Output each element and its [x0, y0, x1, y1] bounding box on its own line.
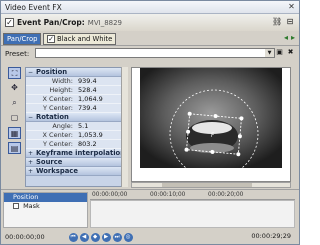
collapse-icon[interactable]: − — [28, 69, 34, 76]
snap-grid-icon[interactable]: ▦ — [8, 127, 21, 139]
property-value[interactable]: 803.2 — [78, 140, 97, 148]
current-timecode[interactable]: 00:00:00;00 — [5, 233, 45, 241]
properties-scrollbar[interactable] — [121, 67, 128, 187]
prev-keyframe-icon[interactable]: ◀ — [79, 232, 89, 242]
clip-name: MVI_8829 — [87, 18, 123, 27]
normal-edit-tool-icon[interactable]: ⛶ — [8, 67, 21, 79]
save-preset-icon[interactable]: ▣ — [275, 48, 284, 57]
move-left-icon[interactable]: ◂ — [284, 33, 288, 42]
add-keyframe-icon[interactable]: ◆ — [90, 232, 100, 242]
collapse-icon[interactable]: − — [28, 114, 34, 121]
lock-aspect-icon[interactable]: ▢ — [8, 112, 21, 124]
first-keyframe-icon[interactable]: ⏮ — [68, 232, 78, 242]
sync-cursor-icon[interactable]: ◎ — [123, 232, 133, 242]
section-title: Rotation — [36, 113, 69, 121]
expand-icon[interactable]: + — [28, 150, 34, 157]
delete-preset-icon[interactable]: ✖ — [286, 48, 295, 57]
property-name: Width: — [51, 77, 73, 85]
property-row[interactable]: Height: 528.4 — [26, 86, 127, 95]
end-timecode[interactable]: 00:00:29;29 — [251, 232, 291, 240]
property-name: X Center: — [42, 131, 73, 139]
track-mask[interactable]: Mask — [4, 202, 87, 211]
expand-icon[interactable]: + — [28, 159, 34, 166]
property-row[interactable]: X Center: 1,064.9 — [26, 95, 127, 104]
section-title: Workspace — [36, 167, 78, 175]
section-title: Keyframe interpolation — [36, 149, 126, 157]
keyframe-timeline: Position Mask 00:00:00;00 00:00:10;00 00… — [1, 189, 299, 244]
workspace-hscrollbar[interactable] — [131, 182, 291, 188]
property-value[interactable]: 528.4 — [78, 86, 97, 94]
property-value[interactable]: 5.1 — [78, 122, 88, 130]
timeline-ruler: 00:00:00;00 00:00:10;00 00:00:20;00 — [90, 192, 295, 200]
pan-crop-workspace[interactable]: F — [131, 67, 291, 182]
track-label: Mask — [23, 202, 40, 210]
property-value[interactable]: 1,064.9 — [78, 95, 103, 103]
property-row[interactable]: Angle: 5.1 — [26, 122, 127, 131]
property-name: X Center: — [42, 95, 73, 103]
chevron-down-icon[interactable]: ▼ — [265, 49, 274, 57]
track-position[interactable]: Position — [4, 193, 87, 202]
property-name: Height: — [49, 86, 73, 94]
zoom-tool-icon[interactable]: ⌕ — [8, 97, 21, 109]
expand-icon[interactable]: + — [28, 168, 34, 175]
property-name: Y Center: — [43, 140, 73, 148]
section-position[interactable]: − Position — [26, 68, 127, 77]
preset-label: Preset: — [5, 49, 30, 58]
move-right-icon[interactable]: ▸ — [291, 33, 295, 42]
property-row[interactable]: Width: 939.4 — [26, 77, 127, 86]
property-value[interactable]: 739.4 — [78, 104, 97, 112]
bw-enable-checkbox[interactable]: ✓ — [47, 35, 55, 43]
section-workspace[interactable]: + Workspace — [26, 167, 127, 176]
move-tool-icon[interactable]: ✥ — [8, 82, 21, 94]
properties-panel: − Position Width: 939.4 Height: 528.4 X … — [25, 67, 128, 187]
video-event-fx-window: Video Event FX ✕ ✓ Event Pan/Crop: MVI_8… — [0, 0, 300, 245]
ruler-tick: 00:00:00;00 — [92, 192, 128, 198]
mask-checkbox[interactable] — [13, 203, 19, 209]
section-source[interactable]: + Source — [26, 158, 127, 167]
tab-pan-crop[interactable]: Pan/Crop — [3, 33, 42, 45]
tab-black-and-white[interactable]: ✓ Black and White — [43, 33, 117, 45]
last-keyframe-icon[interactable]: ⏭ — [112, 232, 122, 242]
close-icon[interactable]: ✕ — [287, 3, 296, 12]
tab-label: Black and White — [57, 35, 113, 43]
property-name: Angle: — [52, 122, 73, 130]
section-rotation[interactable]: − Rotation — [26, 113, 127, 122]
plugin-tab-row: Pan/Crop ✓ Black and White ◂ ▸ — [1, 31, 299, 46]
preset-row: Preset: ▼ ▣ ✖ — [1, 47, 299, 60]
track-label: Position — [13, 193, 39, 201]
chain-icon[interactable]: ⛓ — [272, 17, 282, 27]
section-keyframe-interpolation[interactable]: + Keyframe interpolation — [26, 149, 127, 158]
scroll-thumb[interactable] — [162, 183, 252, 187]
section-title: Position — [36, 68, 68, 76]
property-row[interactable]: X Center: 1,053.9 — [26, 131, 127, 140]
property-value[interactable]: 1,053.9 — [78, 131, 103, 139]
keyframe-track[interactable] — [90, 200, 295, 228]
plugin-enable-checkbox[interactable]: ✓ — [5, 18, 14, 27]
remove-icon[interactable]: ⊟ — [285, 17, 295, 27]
ruler-tick: 00:00:10;00 — [150, 192, 186, 198]
property-row[interactable]: Y Center: 803.2 — [26, 140, 127, 149]
plugin-header: ✓ Event Pan/Crop: MVI_8829 ⛓ ⊟ — [1, 14, 299, 31]
ruler-tick: 00:00:20;00 — [208, 192, 244, 198]
section-title: Source — [36, 158, 63, 166]
move-freely-icon[interactable]: ▤ — [8, 142, 21, 154]
property-row[interactable]: Y Center: 739.4 — [26, 104, 127, 113]
property-value[interactable]: 939.4 — [78, 77, 97, 85]
workspace-canvas[interactable]: F — [132, 68, 291, 182]
tool-column: ⛶ ✥ ⌕ ▢ ▦ ▤ — [8, 67, 22, 157]
preset-dropdown[interactable]: ▼ — [35, 48, 275, 58]
next-keyframe-icon[interactable]: ▶ — [101, 232, 111, 242]
window-title: Video Event FX — [5, 2, 62, 12]
transport-bar: 00:00:00;00 ⏮ ◀ ◆ ▶ ⏭ ◎ 00:00:29;29 — [1, 230, 299, 244]
title-bar: Video Event FX ✕ — [1, 1, 299, 14]
property-name: Y Center: — [43, 104, 73, 112]
plugin-name: Event Pan/Crop: — [17, 18, 85, 27]
track-list: Position Mask — [3, 192, 88, 228]
